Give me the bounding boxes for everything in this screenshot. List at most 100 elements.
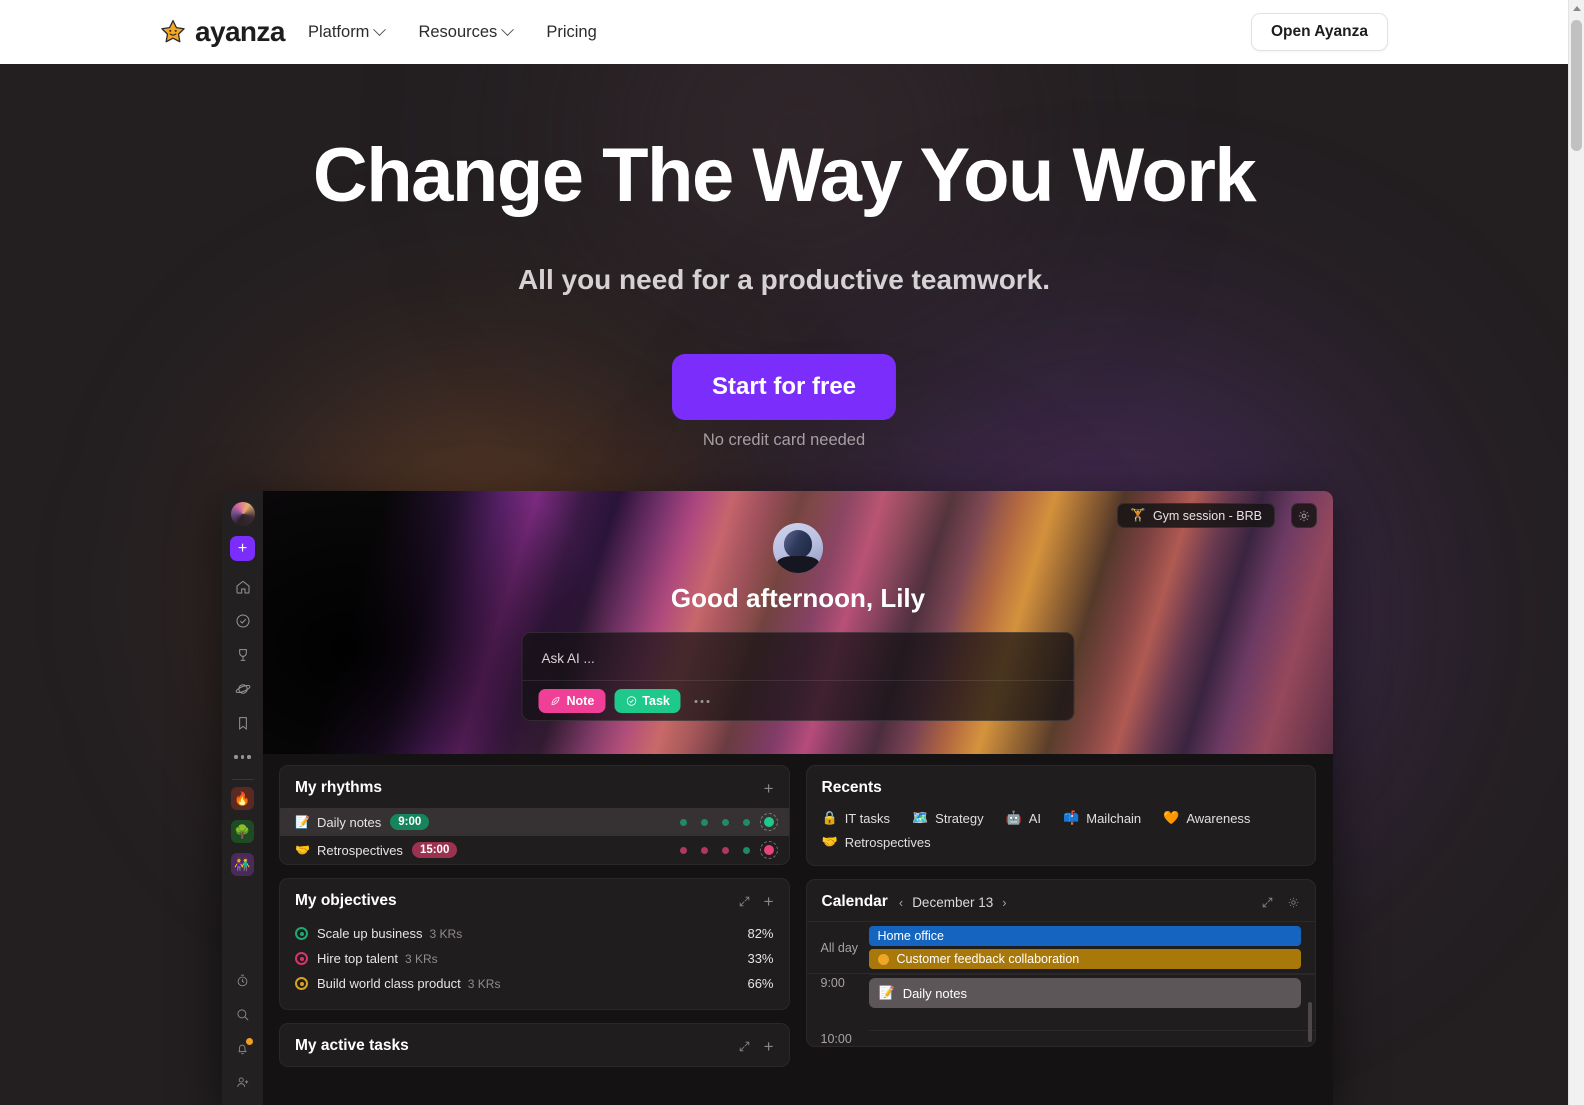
calendar-date: December 13 [912,894,994,910]
objectives-list: Scale up business 3 KRs 82% Hire top tal… [280,921,789,1009]
more-dots-icon [234,755,251,759]
retrospectives-emoji: 🤝 [295,843,310,857]
calendar-settings-button[interactable] [1287,896,1300,909]
sidebar-item-invite[interactable] [228,1065,258,1099]
scrollbar-thumb[interactable] [1571,20,1582,151]
sidebar-item-bookmarks[interactable] [228,706,258,740]
card-header: My active tasks + [280,1024,789,1066]
expand-objectives-button[interactable] [738,895,751,908]
sidebar-item-more[interactable] [228,740,258,774]
greeting-avatar [773,523,823,573]
browser-scrollbar[interactable] [1568,0,1584,1105]
calendar-hour-row-9: 9:00 📝 Daily notes [807,974,1315,1008]
recent-item-it-tasks[interactable]: 🔒 IT tasks [822,810,890,826]
sidebar-workspace-people[interactable]: 👫 [231,853,254,876]
sidebar-workspace-fire[interactable]: 🔥 [231,787,254,810]
objective-row[interactable]: Hire top talent 3 KRs 33% [295,946,774,971]
recent-item-strategy[interactable]: 🗺️ Strategy [912,810,984,826]
sidebar-item-goals[interactable] [228,638,258,672]
objective-label: Build world class product [317,976,461,991]
sidebar-item-notifications[interactable] [228,1031,258,1065]
app-sidebar: + 🔥 🌳 👫 [222,491,263,1105]
status-pill-label: Gym session - BRB [1152,508,1262,523]
progress-dot-current [759,813,778,831]
calendar-hour-label: 9:00 [820,976,845,990]
objective-row[interactable]: Build world class product 3 KRs 66% [295,971,774,996]
ask-ai-more-button[interactable] [690,696,715,707]
add-task-button[interactable]: + [764,1038,774,1055]
sidebar-workspace-tree[interactable]: 🌳 [231,820,254,843]
rhythm-label-daily-notes: Daily notes [316,814,382,830]
sidebar-item-planet[interactable] [228,672,258,706]
rhythm-row-daily-notes[interactable]: 📝 Daily notes 9:00 [280,808,789,836]
hero-subtitle: All you need for a productive teamwork. [517,264,1051,295]
create-task-label: Task [642,694,670,708]
brand-logo[interactable]: ayanza [160,16,285,48]
expand-active-tasks-button[interactable] [738,1040,751,1053]
recent-item-ai[interactable]: 🤖 AI [1006,810,1041,826]
recent-item-retrospectives[interactable]: 🤝 Retrospectives [822,834,931,850]
card-actions: + [738,1038,774,1055]
cta-note: No credit card needed [702,431,866,449]
more-dot [706,699,710,703]
card-actions: + [738,893,774,910]
calendar-hour-lane[interactable]: 📝 Daily notes [868,974,1315,1008]
event-label: Customer feedback collaboration [896,952,1080,966]
card-recents: Recents 🔒 IT tasks 🗺️ Strategy 🤖 AI 📫 Ma… [805,765,1316,866]
banner-settings-button[interactable] [1291,503,1317,528]
sidebar-bottom-actions [222,963,263,1099]
recent-item-awareness[interactable]: 🧡 Awareness [1163,810,1250,826]
add-objective-button[interactable]: + [764,893,774,910]
progress-dot-current [759,841,778,859]
calendar-scrollbar[interactable] [1308,1002,1312,1042]
nav-item-resources[interactable]: Resources [418,22,515,42]
nav-item-platform-label: Platform [308,22,370,41]
avatar[interactable] [230,502,255,526]
create-new-button[interactable]: + [230,536,255,561]
expand-calendar-button[interactable] [1261,896,1274,909]
rhythm-progress-dots [679,841,778,859]
gear-icon [1288,897,1299,907]
nav-item-platform[interactable]: Platform [308,22,387,42]
create-task-button[interactable]: Task [614,689,681,713]
calendar-nav: ‹ December 13 › [899,895,1007,910]
target-icon [295,927,308,940]
expand-icon [1262,897,1273,907]
avatar-body [777,556,819,573]
objective-row[interactable]: Scale up business 3 KRs 82% [295,921,774,946]
sidebar-item-timer[interactable] [228,963,258,997]
search-icon [237,1008,249,1020]
ask-ai-box[interactable]: Ask AI ... Note Task [521,632,1075,721]
sidebar-item-home[interactable] [228,570,258,604]
sidebar-item-tasks[interactable] [228,604,258,638]
objective-percent: 82% [747,926,774,941]
calendar-event-customer-feedback[interactable]: Customer feedback collaboration [868,949,1301,969]
calendar-event-daily-notes[interactable]: 📝 Daily notes [868,978,1301,1008]
calendar-allday-row: All day Home office Customer feedback co… [806,922,1315,974]
calendar-next-button[interactable]: › [1002,896,1006,909]
recent-item-mailchain[interactable]: 📫 Mailchain [1063,810,1141,826]
calendar-prev-button[interactable]: ‹ [899,896,903,909]
rhythm-row-retrospectives[interactable]: 🤝 Retrospectives 15:00 [280,836,789,864]
calendar-hour-lane[interactable] [868,1030,1315,1034]
nav-item-pricing[interactable]: Pricing [546,23,596,42]
target-icon [295,952,308,965]
card-header: Recents [807,766,1316,808]
planet-icon [235,684,250,694]
create-note-button[interactable]: Note [538,689,606,713]
calendar-event-home-office[interactable]: Home office [868,926,1301,946]
open-ayanza-button[interactable]: Open Ayanza [1250,13,1388,51]
card-title-recents: Recents [821,779,882,796]
add-rhythm-button[interactable]: + [764,780,774,797]
progress-dot [679,846,687,854]
nav-item-resources-label: Resources [418,22,498,41]
lock-icon: 🔒 [821,810,838,825]
scroll-up-button[interactable] [1569,0,1584,17]
sidebar-item-search[interactable] [228,997,258,1031]
target-icon [295,977,308,990]
status-pill[interactable]: 🏋️ Gym session - BRB [1117,503,1275,528]
card-title-objectives: My objectives [295,892,397,909]
objective-label: Scale up business [317,926,423,941]
start-for-free-button[interactable]: Start for free [671,354,897,420]
check-circle-icon [626,696,636,706]
